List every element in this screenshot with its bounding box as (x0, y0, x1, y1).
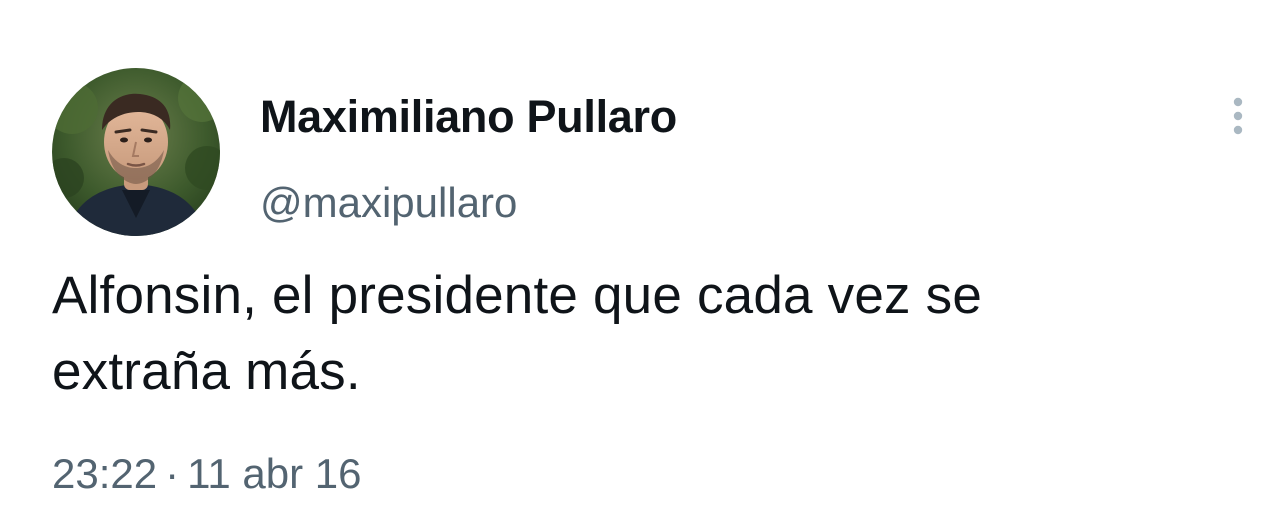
tweet-time[interactable]: 23:22 (52, 450, 157, 497)
tweet-text-line: Alfonsin, el presidente que cada vez se (52, 266, 982, 325)
tweet-timestamp: 23:22 · 11 abr 16 (52, 444, 361, 504)
more-options-icon (1233, 97, 1243, 135)
more-options-button[interactable] (1218, 92, 1258, 148)
author-handle[interactable]: @maxipullaro (260, 176, 517, 230)
timestamp-separator: · (165, 450, 180, 497)
tweet-text: Alfonsin, el presidente que cada vez se … (52, 258, 1252, 410)
tweet-date[interactable]: 11 abr 16 (187, 450, 361, 497)
author-avatar[interactable] (52, 68, 220, 236)
author-display-name[interactable]: Maximiliano Pullaro (260, 88, 677, 146)
tweet-card[interactable]: Maximiliano Pullaro @maxipullaro Alfonsi… (0, 0, 1280, 530)
tweet-text-line: extraña más. (52, 342, 361, 401)
profile-photo-icon (52, 68, 220, 236)
